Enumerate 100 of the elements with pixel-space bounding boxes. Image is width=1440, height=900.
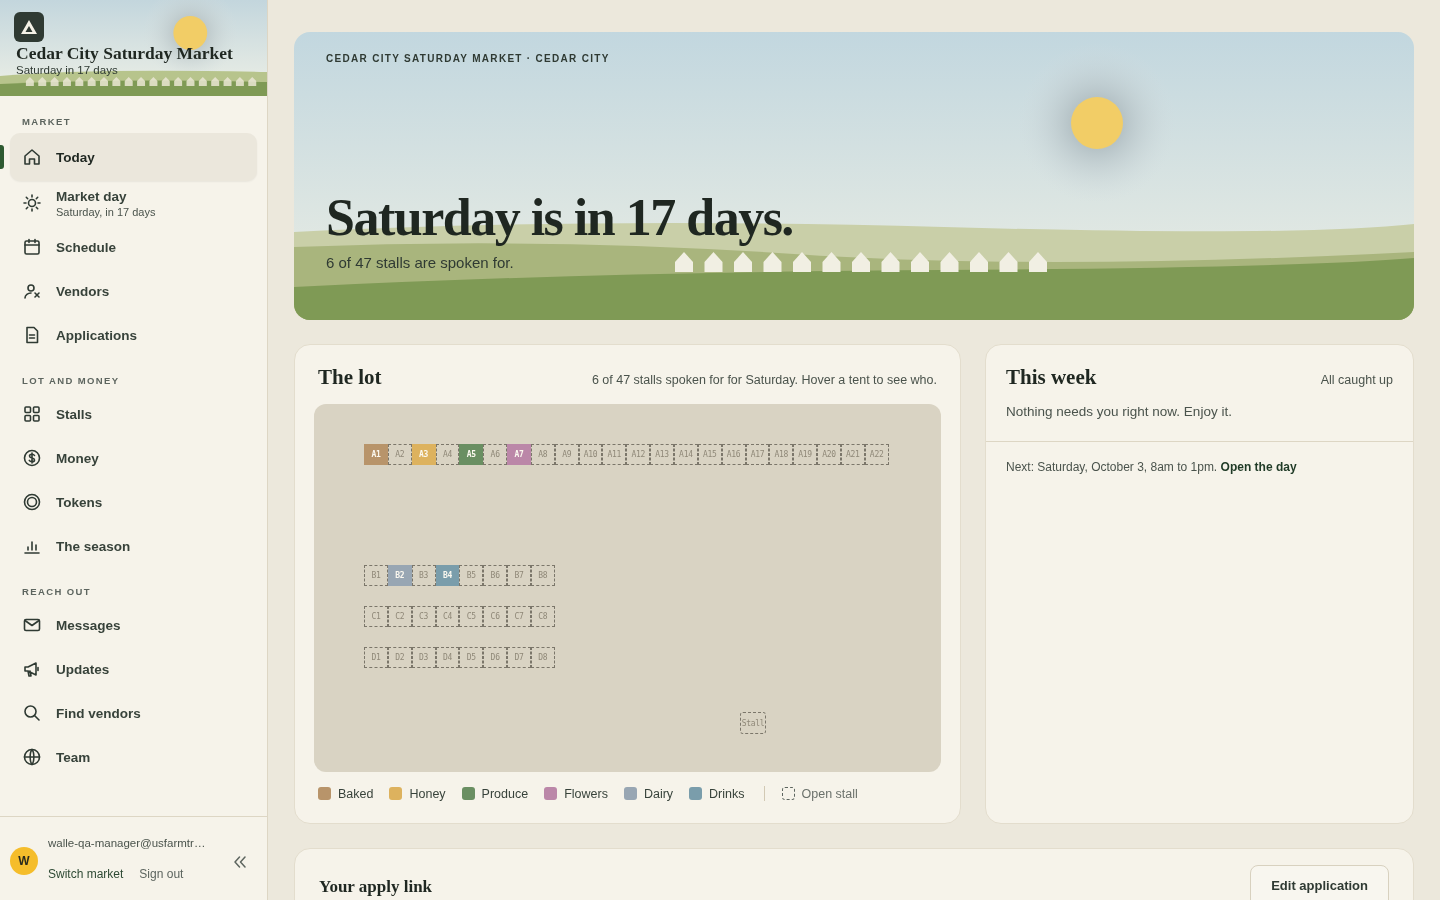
stall-tent[interactable]: A14 <box>673 444 698 465</box>
stall-tent[interactable]: D5 <box>459 647 484 668</box>
stall-tent[interactable]: A20 <box>817 444 841 465</box>
nav-label: Team <box>56 749 91 765</box>
people-icon <box>22 281 42 301</box>
nav-item[interactable]: Find vendors <box>10 691 257 735</box>
nav-item[interactable]: Messages <box>10 603 257 647</box>
stall-tent[interactable]: A10 <box>578 444 603 465</box>
stall-tent[interactable]: A13 <box>650 444 674 465</box>
stall-tent[interactable]: A11 <box>602 444 627 465</box>
nav-item[interactable]: Vendors <box>10 269 257 313</box>
stall-tent[interactable]: B6 <box>483 565 508 586</box>
stall-tent[interactable]: C5 <box>459 606 484 627</box>
nav-label: Money <box>56 450 99 466</box>
stall-tent[interactable]: C4 <box>435 606 460 627</box>
legend-label: Drinks <box>709 786 745 801</box>
nav-sublabel: Saturday, in 17 days <box>56 205 156 218</box>
nav-label: Messages <box>56 617 121 633</box>
stall-tent[interactable]: D6 <box>483 647 508 668</box>
stall-tent[interactable]: D3 <box>411 647 436 668</box>
stall-tent[interactable]: D2 <box>387 647 412 668</box>
home-icon <box>22 147 42 167</box>
stall-tent[interactable]: B7 <box>507 565 531 586</box>
nav-label: Today <box>56 149 95 165</box>
stall-tent[interactable]: B3 <box>411 565 436 586</box>
stall-tent[interactable]: A5 <box>459 444 484 465</box>
stall-tent[interactable]: A1 <box>364 444 388 465</box>
stall-tent[interactable]: B8 <box>530 565 555 586</box>
nav-item[interactable]: Money <box>10 436 257 480</box>
stall-tent[interactable]: B5 <box>459 565 484 586</box>
nav-item[interactable]: Applications <box>10 313 257 357</box>
stall-tent[interactable]: B1 <box>364 565 388 586</box>
next-market-text: Next: Saturday, October 3, 8am to 1pm. <box>1006 460 1218 474</box>
account-link[interactable]: Switch market <box>48 866 124 881</box>
stall-tent[interactable]: D7 <box>507 647 531 668</box>
stall-tent[interactable]: D1 <box>364 647 388 668</box>
stall-tent[interactable]: D4 <box>435 647 460 668</box>
nav-item[interactable]: Tokens <box>10 480 257 524</box>
nav-item[interactable]: The season <box>10 524 257 568</box>
stall-tent[interactable]: C8 <box>530 606 555 627</box>
stall-tent[interactable]: C2 <box>387 606 412 627</box>
stall-tent[interactable]: A16 <box>721 444 746 465</box>
stall-tent[interactable]: C1 <box>364 606 388 627</box>
megaphone-icon <box>22 659 42 679</box>
sun-icon <box>22 193 42 213</box>
week-status: All caught up <box>1320 373 1393 387</box>
stall-tent[interactable]: A12 <box>626 444 651 465</box>
stall-tent[interactable]: A3 <box>411 444 436 465</box>
market-subtitle: Saturday in 17 days <box>16 64 119 76</box>
stall-tent[interactable]: A15 <box>697 444 722 465</box>
stall-tent[interactable]: A18 <box>769 444 794 465</box>
collapse-icon[interactable] <box>233 855 247 868</box>
nav-item[interactable]: Team <box>10 735 257 779</box>
edit-application-button[interactable]: Edit application <box>1250 865 1389 900</box>
stall-tent[interactable]: B2 <box>387 565 412 586</box>
stall-tent[interactable]: A21 <box>840 444 865 465</box>
stall-tent[interactable]: C3 <box>411 606 436 627</box>
card-title: Your apply link <box>319 877 433 897</box>
stall-tent[interactable]: A19 <box>793 444 818 465</box>
section-heading: MARKET <box>21 115 73 129</box>
legend-label: Dairy <box>643 786 674 801</box>
card-title: This week <box>1006 365 1097 390</box>
calendar-icon <box>22 237 42 257</box>
active-indicator <box>0 145 4 169</box>
stall-tent[interactable]: A2 <box>387 444 412 465</box>
nav-label: Stalls <box>56 406 93 422</box>
nav-label: Updates <box>56 661 110 677</box>
stall-tent[interactable]: C6 <box>483 606 508 627</box>
hero-title: Saturday is in 17 days. <box>326 192 794 244</box>
grid-icon <box>22 404 42 424</box>
stall-tent[interactable]: A9 <box>554 444 579 465</box>
ring-icon <box>22 492 42 512</box>
legend-label: Honey <box>409 786 446 801</box>
stall-tent[interactable]: D8 <box>530 647 555 668</box>
nav-label: Find vendors <box>56 705 141 721</box>
legend-label: Produce <box>481 786 529 801</box>
dollar-icon <box>22 448 42 468</box>
card-title: The lot <box>318 365 382 390</box>
stall-tent[interactable]: A22 <box>864 444 889 465</box>
hero-subtitle: 6 of 47 stalls are spoken for. <box>326 254 515 271</box>
nav-item[interactable]: Schedule <box>10 225 257 269</box>
stall-tent[interactable]: B4 <box>435 565 460 586</box>
stall-tent[interactable]: A7 <box>507 444 531 465</box>
market-name: Cedar City Saturday Market <box>16 43 234 64</box>
legend-label: Flowers <box>564 786 608 801</box>
account-link[interactable]: Sign out <box>139 866 184 881</box>
stall-tent[interactable]: A17 <box>745 444 770 465</box>
week-message: Nothing needs you right now. Enjoy it. <box>1006 404 1233 419</box>
open-stall-swatch <box>781 787 795 800</box>
stall-tent[interactable]: C7 <box>507 606 531 627</box>
stall-tent[interactable]: Stall <box>740 712 766 734</box>
nav-item[interactable]: Updates <box>10 647 257 691</box>
stall-tent[interactable]: A8 <box>530 444 555 465</box>
search-icon <box>22 703 42 723</box>
avatar: W <box>10 846 38 875</box>
open-day-link[interactable]: Open the day <box>1220 460 1297 474</box>
section-heading: LOT AND MONEY <box>21 374 121 388</box>
nav-item[interactable]: Market day Saturday, in 17 days <box>10 181 257 225</box>
nav-item[interactable]: Stalls <box>10 392 257 436</box>
account-email: walle-qa-manager@usfarmtr… <box>48 836 207 849</box>
